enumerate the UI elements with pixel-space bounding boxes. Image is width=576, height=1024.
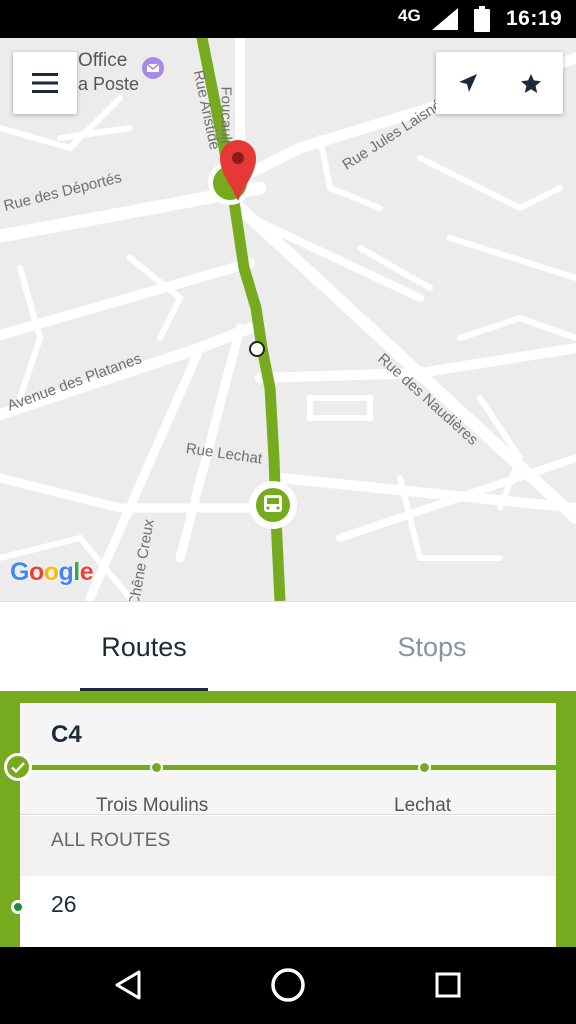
street-network <box>0 38 576 601</box>
status-bar: 4G 16:19 <box>0 0 576 38</box>
battery-icon <box>474 6 490 37</box>
route-panel: C4 Trois Moulins Lechat ALL ROUTES 26 <box>0 691 576 947</box>
poi-office-label: Office <box>78 50 128 71</box>
google-logo: Google <box>10 558 94 586</box>
system-nav-bar <box>0 947 576 1024</box>
route-card[interactable]: C4 Trois Moulins Lechat ALL ROUTES 26 <box>14 703 574 947</box>
network-type: 4G <box>398 6 421 25</box>
home-button[interactable] <box>266 965 310 1005</box>
stop-dot <box>418 761 431 774</box>
route-indicator-dot <box>11 900 25 914</box>
back-icon <box>115 970 141 1000</box>
route-list-item[interactable]: 26 <box>51 891 77 918</box>
my-location-button[interactable] <box>436 52 499 114</box>
recents-button[interactable] <box>426 965 470 1005</box>
route-header[interactable]: C4 Trois Moulins Lechat <box>14 703 574 817</box>
back-button[interactable] <box>106 965 150 1005</box>
home-icon <box>271 968 305 1002</box>
star-icon <box>520 73 541 93</box>
recents-icon <box>435 972 461 998</box>
section-title: ALL ROUTES <box>51 830 171 851</box>
check-icon <box>4 753 32 781</box>
street-label-foucault: Foucault <box>217 86 235 145</box>
cell-signal-icon <box>432 8 458 35</box>
stop-dot <box>150 761 163 774</box>
map-view[interactable]: Rue Aristide Foucault Rue des Déportés R… <box>0 38 576 601</box>
map-tools <box>436 52 563 114</box>
tab-stops[interactable]: Stops <box>288 602 576 692</box>
navigation-arrow-icon <box>458 74 477 92</box>
favorites-button[interactable] <box>499 52 562 114</box>
poi-poste-label: a Poste <box>78 74 140 94</box>
menu-icon <box>32 73 58 93</box>
route-line <box>14 765 574 770</box>
stop-label-lechat[interactable]: Lechat <box>394 795 451 817</box>
tab-routes[interactable]: Routes <box>0 602 288 692</box>
clock: 16:19 <box>506 7 563 30</box>
stop-label-trois-moulins[interactable]: Trois Moulins <box>96 795 208 817</box>
route-name: C4 <box>51 721 82 748</box>
menu-button[interactable] <box>13 52 77 114</box>
tab-bar: Routes Stops <box>0 601 576 692</box>
